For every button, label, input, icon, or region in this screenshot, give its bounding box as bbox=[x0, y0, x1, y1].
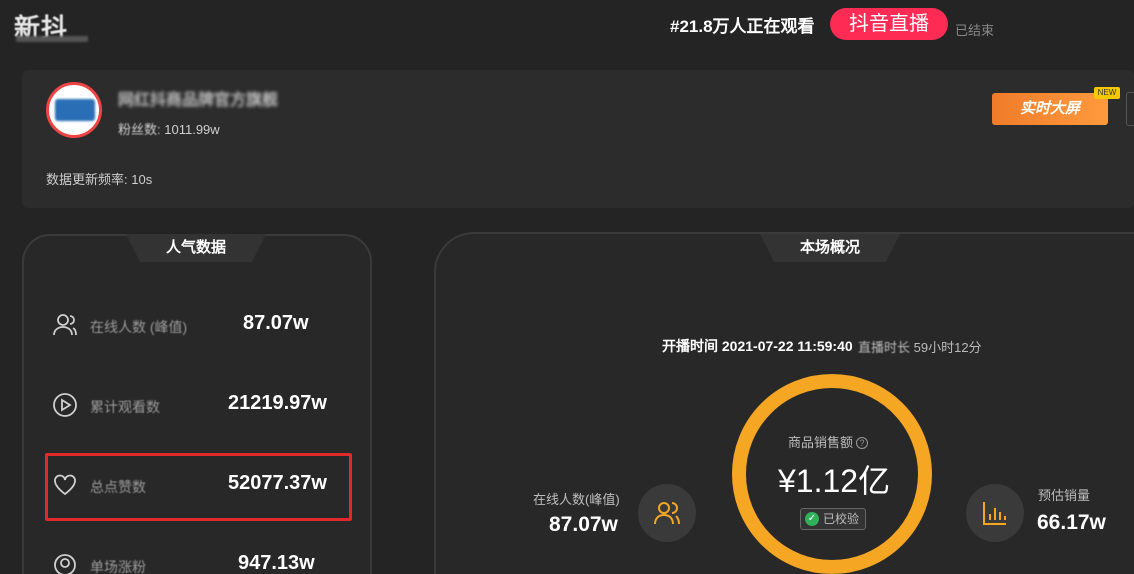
stat-label: 累计观看数 bbox=[90, 399, 160, 415]
stat-row-total-views: 累计观看数 21219.97w bbox=[52, 386, 352, 426]
streamer-name[interactable]: 网红抖商品牌官方旗舰 bbox=[118, 86, 278, 110]
verified-text: 已校验 bbox=[823, 512, 860, 526]
duration-value: 59小时12分 bbox=[913, 340, 982, 355]
update-freq-value: 10s bbox=[131, 172, 153, 187]
avatar[interactable] bbox=[46, 82, 102, 138]
stat-label: 单场涨粉 bbox=[90, 559, 146, 574]
online-peak-label: 在线人数(峰值) bbox=[533, 492, 620, 507]
live-duration: 直播时长 59小时12分 bbox=[858, 337, 982, 356]
stat-value: 87.07w bbox=[243, 312, 309, 334]
highlight-box bbox=[45, 453, 352, 521]
start-time: 开播时间 2021-07-22 11:59:40 bbox=[662, 336, 853, 356]
stat-value: 947.13w bbox=[238, 552, 315, 574]
fans-icon bbox=[52, 552, 78, 574]
update-frequency: 数据更新频率: 10s bbox=[46, 169, 152, 188]
sales-value: ¥1.12亿 bbox=[778, 463, 891, 499]
popularity-panel-title: 人气数据 bbox=[126, 234, 266, 262]
douyin-live-badge[interactable]: 抖音直播 bbox=[830, 8, 948, 40]
user-icon bbox=[52, 312, 78, 338]
sales-label: 商品销售额 bbox=[788, 435, 854, 450]
viewer-count-text: #21.8万人正在观看 bbox=[670, 17, 815, 36]
stat-row-fans-gain: 单场涨粉 947.13w bbox=[52, 546, 352, 574]
fans-value: 1011.99w bbox=[164, 122, 220, 137]
play-icon bbox=[52, 392, 78, 418]
new-badge: NEW bbox=[1094, 87, 1120, 99]
start-time-label: 开播时间 bbox=[662, 338, 718, 354]
stat-label: 在线人数 (峰值) bbox=[90, 319, 188, 335]
check-icon: ✓ bbox=[805, 512, 819, 526]
bar-chart-icon bbox=[966, 484, 1024, 542]
sales-label-wrap: 商品销售额? bbox=[788, 432, 869, 451]
extra-button-edge[interactable] bbox=[1126, 92, 1134, 126]
start-time-value: 2021-07-22 11:59:40 bbox=[721, 338, 853, 354]
online-users-icon bbox=[638, 484, 696, 542]
online-peak-value: 87.07w bbox=[549, 513, 618, 536]
stat-value: 21219.97w bbox=[228, 392, 327, 414]
overview-panel-title: 本场概况 bbox=[760, 234, 900, 262]
help-icon[interactable]: ? bbox=[856, 437, 869, 449]
duration-label: 直播时长 bbox=[858, 340, 911, 355]
update-freq-label: 数据更新频率: bbox=[46, 172, 128, 187]
stat-row-online-peak: 在线人数 (峰值) 87.07w bbox=[52, 306, 352, 346]
fans-count: 粉丝数: 1011.99w bbox=[118, 119, 220, 138]
est-sales-value: 66.17w bbox=[1037, 511, 1106, 534]
verified-badge: ✓ 已校验 bbox=[800, 508, 866, 530]
fans-label: 粉丝数: bbox=[118, 122, 161, 137]
realtime-screen-button[interactable]: 实时大屏 bbox=[992, 93, 1108, 125]
logo-subtitle-blur bbox=[16, 36, 88, 42]
live-status-text: 已结束 bbox=[955, 23, 995, 38]
est-sales-label: 预估销量 bbox=[1038, 488, 1091, 503]
